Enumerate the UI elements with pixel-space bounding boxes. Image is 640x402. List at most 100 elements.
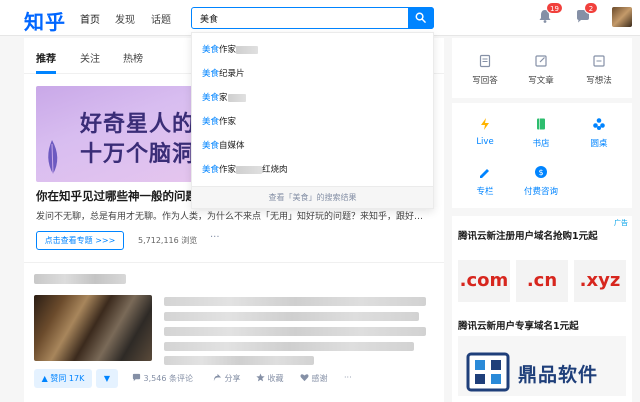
column-label: 专栏 (476, 187, 494, 197)
roundtable-label: 圆桌 (590, 139, 608, 149)
ad-tag: 广告 (614, 219, 628, 227)
active-tab-indicator (36, 71, 56, 74)
write-idea-icon (593, 55, 605, 67)
suggestion-suffix: 红烧肉 (262, 165, 288, 175)
top-header: 知乎 首页 发现 话题 19 2 (0, 0, 640, 36)
notifications-bell-icon[interactable]: 19 (537, 2, 563, 26)
blurred-text-line (164, 327, 426, 336)
suggestion-item[interactable]: 美食自媒体 (202, 139, 245, 151)
zhihu-logo[interactable]: 知乎 (24, 6, 66, 35)
write-article-button[interactable]: 写文章 (516, 54, 566, 86)
suggestion-keyword: 美食 (202, 165, 220, 175)
more-options-button[interactable]: ··· (210, 232, 220, 243)
paid-consult-icon: $ (535, 166, 547, 178)
ad-title-secondary[interactable]: 腾讯云新用户专享域名1元起 (458, 318, 579, 332)
live-icon (481, 118, 489, 130)
collect-label: 收藏 (267, 374, 284, 383)
write-idea-label: 写想法 (586, 76, 612, 86)
write-answer-icon (479, 54, 491, 68)
suggestion-item[interactable]: 美食家 (202, 91, 246, 103)
share-icon (213, 373, 222, 382)
links-panel: Live 书店 圆桌 专栏 $ 付费咨询 (452, 103, 632, 208)
card-divider (24, 262, 444, 263)
comments-button[interactable]: 3,546 条评论 (132, 373, 193, 384)
domain-xyz[interactable]: .xyz (574, 260, 626, 302)
view-search-results-link[interactable]: 查看「美食」的搜索结果 (192, 186, 433, 208)
share-button[interactable]: 分享 (213, 373, 241, 384)
paid-consult-link[interactable]: $ 付费咨询 (516, 165, 566, 197)
user-avatar[interactable] (612, 7, 632, 27)
suggestion-text: 作家 (219, 165, 237, 175)
suggestion-text: 作家 (219, 45, 237, 55)
heart-icon (300, 374, 309, 382)
banner-text-line2: 十万个脑洞 (80, 142, 196, 167)
thanks-label: 感谢 (311, 374, 328, 383)
search-input[interactable] (192, 8, 408, 28)
leaf-icon (48, 140, 58, 175)
blurred-text-line (164, 356, 314, 365)
star-icon (256, 373, 265, 382)
write-idea-button[interactable]: 写想法 (574, 54, 624, 86)
bookstore-link[interactable]: 书店 (516, 117, 566, 149)
suggestion-item[interactable]: 美食作家 红烧肉 (202, 163, 288, 175)
search-icon (415, 12, 426, 23)
search-button[interactable] (408, 7, 434, 29)
search-suggestions-dropdown: 美食作家 美食纪录片 美食家 美食作家 美食自媒体 美食作家 红烧肉 查看「美食」… (191, 32, 434, 209)
messages-badge: 2 (584, 2, 598, 14)
messages-icon[interactable]: 2 (575, 2, 598, 26)
search-box (191, 7, 434, 29)
ad-title[interactable]: 腾讯云新注册用户域名抢购1元起 (458, 228, 598, 242)
blurred-text (227, 93, 246, 102)
tab-follow[interactable]: 关注 (80, 50, 100, 65)
column-link[interactable]: 专栏 (460, 165, 510, 197)
roundtable-icon (593, 118, 605, 130)
roundtable-link[interactable]: 圆桌 (574, 117, 624, 149)
blurred-text (236, 165, 263, 174)
suggestion-text: 作家 (219, 117, 237, 127)
nav-home[interactable]: 首页 (80, 11, 100, 26)
answer-thumbnail-image[interactable] (34, 295, 152, 361)
suggestion-item[interactable]: 美食作家 (202, 115, 236, 127)
banner-text-line1: 好奇星人的 (80, 112, 196, 137)
watermark: 鼎品软件 (466, 350, 636, 398)
nav-topics[interactable]: 话题 (151, 11, 171, 26)
downvote-button[interactable]: ▼ (96, 369, 118, 388)
view-topic-button[interactable]: 点击查看专题 >>> (36, 231, 124, 250)
suggestion-item[interactable]: 美食作家 (202, 43, 259, 55)
question-excerpt[interactable]: 发问不无聊，总是有用才无聊。作为人类，为什么不来点「无用」知好玩的问题？来知乎，… (36, 209, 436, 222)
suggestion-item[interactable]: 美食纪录片 (202, 67, 245, 79)
live-link[interactable]: Live (460, 117, 510, 147)
thanks-button[interactable]: 感谢 (300, 373, 328, 384)
write-panel: 写回答 写文章 写想法 (452, 38, 632, 98)
write-article-icon (535, 55, 547, 67)
write-answer-button[interactable]: 写回答 (460, 54, 510, 86)
comments-count: 3,546 条评论 (143, 374, 193, 383)
topic-banner-image[interactable]: 好奇星人的 十万个脑洞 (36, 86, 216, 182)
column-icon (480, 169, 489, 178)
suggestion-keyword: 美食 (202, 141, 220, 151)
suggestion-text: 纪录片 (219, 69, 245, 79)
domain-cn[interactable]: .cn (516, 260, 568, 302)
blurred-title (34, 274, 126, 284)
notifications-badge: 19 (546, 2, 563, 14)
tab-recommend[interactable]: 推荐 (36, 50, 56, 65)
live-label: Live (476, 137, 494, 147)
nav-discover[interactable]: 发现 (115, 11, 135, 26)
tab-hot[interactable]: 热榜 (123, 50, 143, 65)
blurred-text-line (164, 342, 414, 351)
write-answer-label: 写回答 (472, 76, 498, 86)
suggestion-keyword: 美食 (202, 45, 220, 55)
collect-button[interactable]: 收藏 (256, 373, 284, 384)
bookstore-icon (537, 118, 545, 130)
comment-icon (132, 373, 141, 382)
suggestion-keyword: 美食 (202, 93, 220, 103)
suggestion-keyword: 美食 (202, 69, 220, 79)
blurred-text (236, 45, 259, 54)
paid-consult-label: 付费咨询 (523, 187, 558, 197)
svg-text:$: $ (538, 168, 543, 177)
question-title[interactable]: 你在知乎见过哪些神一般的问题 (36, 188, 196, 204)
more-actions-button[interactable]: ··· (344, 373, 352, 382)
bookstore-label: 书店 (532, 139, 550, 149)
domain-com[interactable]: .com (458, 260, 510, 302)
upvote-button[interactable]: ▲ 赞同 17K (34, 369, 92, 388)
